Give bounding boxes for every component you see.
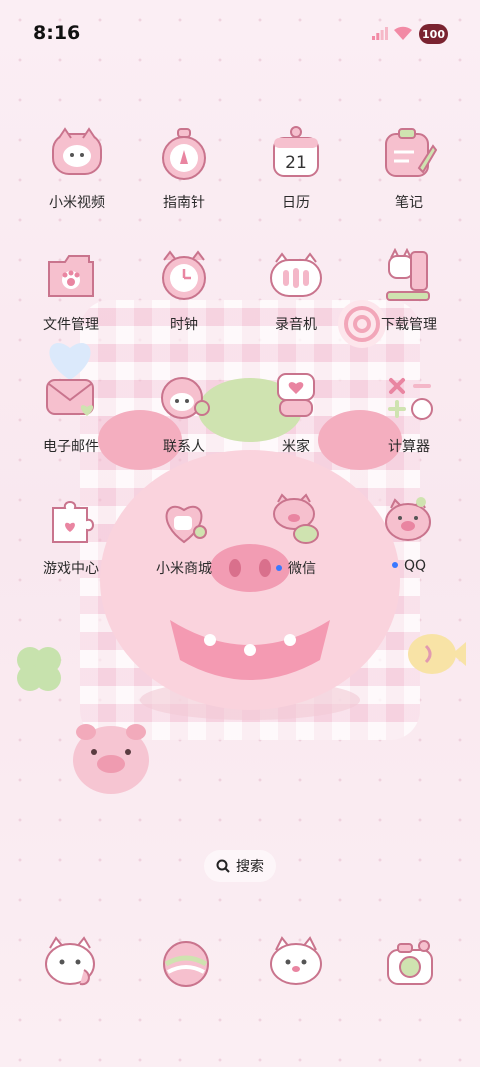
clock-icon <box>162 250 206 300</box>
calendar-icon: 21 <box>273 126 319 177</box>
app-label: 文件管理 <box>43 317 99 333</box>
video-cat-icon <box>52 127 102 175</box>
wifi-icon <box>394 26 412 40</box>
phone-cat-icon[interactable] <box>40 934 100 994</box>
app-label-text: QQ <box>403 558 427 574</box>
app-label-text: 微信 <box>288 561 316 577</box>
app-game-center[interactable]: 游戏中心 <box>21 492 121 602</box>
store-heart-icon <box>165 505 207 544</box>
app-label: 日历 <box>282 195 310 211</box>
deco-fish-cookie <box>408 634 466 674</box>
app-label: 游戏中心 <box>43 561 99 577</box>
app-compass[interactable]: 指南针 <box>134 126 234 236</box>
compass-icon <box>162 128 206 180</box>
app-mi-store[interactable]: 小米商城 <box>134 492 234 602</box>
contacts-icon <box>161 377 210 419</box>
browser-planet-icon[interactable] <box>156 934 216 994</box>
calculator-icon <box>388 378 433 420</box>
app-label: 计算器 <box>388 439 430 455</box>
calendar-date: 21 <box>285 153 307 173</box>
app-mi-video[interactable]: 小米视频 <box>27 126 127 236</box>
qq-pig-icon <box>385 497 431 541</box>
mail-icon <box>46 379 94 416</box>
status-time: 8:16 <box>33 22 81 44</box>
app-calendar[interactable]: 21 日历 <box>246 126 346 236</box>
notes-icon <box>385 128 437 177</box>
app-notes[interactable]: 笔记 <box>359 126 459 236</box>
camera-icon[interactable] <box>380 934 440 994</box>
app-label: 笔记 <box>395 195 423 211</box>
app-calculator[interactable]: 计算器 <box>359 370 459 480</box>
app-contacts[interactable]: 联系人 <box>134 370 234 480</box>
home-screen: 8:16 100 小米视频 指南针 21 日历 笔记 文件管理 时钟 录音机 下… <box>0 0 480 1067</box>
app-label: 下载管理 <box>381 317 437 333</box>
app-label: 联系人 <box>163 439 205 455</box>
app-label: 米家 <box>282 439 310 455</box>
app-email[interactable]: 电子邮件 <box>21 370 121 480</box>
app-download-manager[interactable]: 下载管理 <box>359 248 459 358</box>
app-label: 微信 <box>246 558 346 578</box>
wechat-pig-icon <box>273 493 319 544</box>
puzzle-icon <box>52 501 94 543</box>
app-wechat[interactable]: 微信 <box>246 492 346 602</box>
mihome-icon <box>277 373 315 417</box>
folder-icon <box>48 255 94 297</box>
search-label: 搜索 <box>236 859 264 875</box>
app-label: 录音机 <box>275 317 317 333</box>
app-label: 电子邮件 <box>43 439 99 455</box>
app-mi-home[interactable]: 米家 <box>246 370 346 480</box>
deco-small-pig <box>73 724 149 794</box>
recorder-icon <box>270 252 322 297</box>
status-bar: 8:16 100 <box>0 0 480 70</box>
search-icon <box>216 859 230 873</box>
app-recorder[interactable]: 录音机 <box>246 248 346 358</box>
messages-cat-icon[interactable] <box>266 934 326 994</box>
app-clock[interactable]: 时钟 <box>134 248 234 358</box>
notification-dot <box>391 562 398 568</box>
app-file-manager[interactable]: 文件管理 <box>21 248 121 358</box>
download-icon <box>386 248 430 301</box>
app-label: 小米商城 <box>156 561 212 577</box>
notification-dot <box>276 565 282 571</box>
app-label: 小米视频 <box>49 195 105 211</box>
app-label: 指南针 <box>163 195 205 211</box>
search-button[interactable]: 搜索 <box>204 850 276 882</box>
app-label: 时钟 <box>170 317 198 333</box>
deco-clover <box>17 647 61 691</box>
app-label: QQ <box>359 558 459 574</box>
signal-icon <box>372 27 388 40</box>
battery-indicator: 100 <box>419 24 448 44</box>
app-qq[interactable]: QQ <box>359 492 459 602</box>
